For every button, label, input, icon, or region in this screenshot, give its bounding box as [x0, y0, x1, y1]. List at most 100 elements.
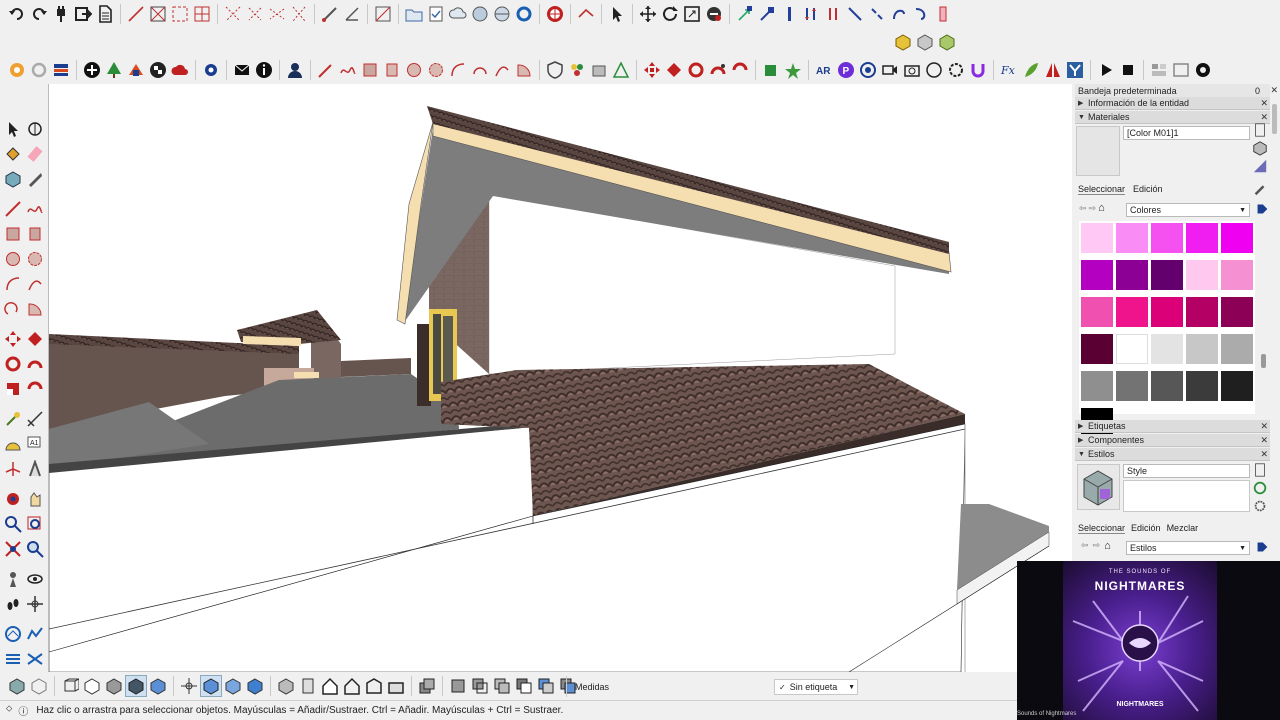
refresh-blue-icon[interactable] [513, 3, 535, 25]
paint-icon[interactable] [566, 59, 588, 81]
style-name-field[interactable]: Style [1123, 464, 1250, 478]
dotted-x-3-icon[interactable] [266, 3, 288, 25]
shaded-icon[interactable] [103, 675, 125, 697]
cube-yellow-icon[interactable] [892, 31, 914, 53]
freehand-icon[interactable] [337, 59, 359, 81]
offset-red-icon[interactable] [729, 59, 751, 81]
material-swatch[interactable] [1151, 260, 1183, 290]
gear-outline-icon[interactable] [945, 59, 967, 81]
material-swatch[interactable] [1116, 371, 1148, 401]
style-update-icon[interactable] [1252, 480, 1268, 496]
zoom-extents-left-icon[interactable] [2, 538, 24, 560]
styles-details-arrow-icon[interactable] [1254, 539, 1270, 555]
arrows-red-icon[interactable] [822, 3, 844, 25]
outer-shell-icon[interactable] [447, 675, 469, 697]
rotated-rect-icon[interactable] [381, 59, 403, 81]
rect-left-icon[interactable] [2, 223, 24, 245]
freehand-left-icon[interactable] [24, 198, 46, 220]
cloud-red-icon[interactable] [169, 59, 191, 81]
home-icon[interactable]: ⌂ [1104, 540, 1111, 552]
cube-gray-icon[interactable] [914, 31, 936, 53]
solid-group-icon[interactable] [416, 675, 438, 697]
model-viewport[interactable] [48, 84, 1072, 672]
text-left-icon[interactable]: A1 [24, 433, 46, 455]
tag-selector[interactable]: ✓ Sin etiqueta ▼ [774, 679, 858, 695]
material-default-icon[interactable] [1252, 158, 1268, 174]
y-icon[interactable] [1064, 59, 1086, 81]
back-edges-icon[interactable] [28, 675, 50, 697]
components-close-icon[interactable]: ✕ [1260, 435, 1268, 446]
styles-library-select[interactable]: Estilos ▼ [1126, 541, 1250, 555]
curve-icon[interactable] [888, 3, 910, 25]
style-create-icon[interactable] [1252, 462, 1268, 478]
hidden-line-icon[interactable] [81, 675, 103, 697]
dotted-x-2-icon[interactable] [244, 3, 266, 25]
material-swatch[interactable] [1186, 223, 1218, 253]
house-back-icon[interactable] [341, 675, 363, 697]
pushpull-left-icon[interactable] [24, 328, 46, 350]
3dtext-left-icon[interactable] [24, 458, 46, 480]
move-red-icon[interactable] [641, 59, 663, 81]
check-doc-icon[interactable] [425, 3, 447, 25]
tags-header[interactable]: ▶ Etiquetas ✕ [1075, 420, 1270, 433]
polygon-icon[interactable] [425, 59, 447, 81]
subtract-icon[interactable] [513, 675, 535, 697]
swatch-scrollbar[interactable] [1261, 354, 1266, 368]
grid-box-2-icon[interactable] [191, 3, 213, 25]
dotted-x-icon[interactable] [222, 3, 244, 25]
sync-icon[interactable] [28, 59, 50, 81]
feather-icon[interactable] [1020, 59, 1042, 81]
cloud-up-icon[interactable] [447, 3, 469, 25]
eraser-pink-icon[interactable] [932, 3, 954, 25]
layout-icon[interactable] [1148, 59, 1170, 81]
arc3-left-icon[interactable] [2, 298, 24, 320]
material-swatch[interactable] [1151, 334, 1183, 364]
arrow-blue-icon[interactable] [756, 3, 778, 25]
material-swatch[interactable] [1151, 371, 1183, 401]
green-cube-icon[interactable] [760, 59, 782, 81]
sphere-2-icon[interactable] [491, 3, 513, 25]
components-header[interactable]: ▶ Componentes ✕ [1075, 434, 1270, 447]
arrow-select-icon[interactable] [606, 3, 628, 25]
ar-icon[interactable]: AR [813, 59, 835, 81]
axes-left-icon[interactable] [2, 458, 24, 480]
pencil-icon[interactable] [315, 59, 337, 81]
material-swatch[interactable] [1116, 260, 1148, 290]
material-swatch[interactable] [1081, 334, 1113, 364]
move-left-icon[interactable] [2, 328, 24, 350]
house-left-icon[interactable] [363, 675, 385, 697]
line-red-icon[interactable] [2, 198, 24, 220]
tray-scrollbar[interactable] [1272, 104, 1277, 134]
section-left-icon[interactable] [24, 593, 46, 615]
cube-green-icon[interactable] [936, 31, 958, 53]
arc-left-icon[interactable] [2, 273, 24, 295]
camera-icon[interactable] [901, 59, 923, 81]
entity-info-header[interactable]: ▶ Información de la entidad ✕ [1075, 97, 1270, 110]
pie-left-icon[interactable] [24, 298, 46, 320]
mirror-icon[interactable] [1042, 59, 1064, 81]
video-icon[interactable] [879, 59, 901, 81]
entity-info-close-icon[interactable]: ✕ [1260, 98, 1268, 109]
home-view-icon[interactable] [319, 675, 341, 697]
move-icon[interactable] [637, 3, 659, 25]
paint-bucket-icon[interactable] [2, 143, 24, 165]
rotate-left-icon[interactable] [2, 353, 24, 375]
rotate-red-icon[interactable] [685, 59, 707, 81]
gear-black-icon[interactable] [1192, 59, 1214, 81]
info-circle-icon[interactable]: ⓘ [18, 703, 28, 718]
top-view-icon[interactable] [200, 675, 222, 697]
curve-2-icon[interactable] [910, 3, 932, 25]
styles-tab-mix[interactable]: Mezclar [1167, 523, 1199, 534]
back-arrow-icon[interactable]: ⇦ [1081, 540, 1089, 552]
tape-left-icon[interactable] [2, 408, 24, 430]
material-swatch[interactable] [1186, 260, 1218, 290]
eyedropper-icon[interactable] [1252, 180, 1268, 196]
monochrome-icon[interactable] [147, 675, 169, 697]
plug-icon[interactable] [50, 3, 72, 25]
angle-icon[interactable] [341, 3, 363, 25]
materials-tab-select[interactable]: Seleccionar [1078, 184, 1126, 195]
globe-red-icon[interactable] [544, 3, 566, 25]
wireframe-icon[interactable] [59, 675, 81, 697]
camera-box-icon[interactable] [275, 675, 297, 697]
material-create-icon[interactable] [1252, 122, 1268, 138]
